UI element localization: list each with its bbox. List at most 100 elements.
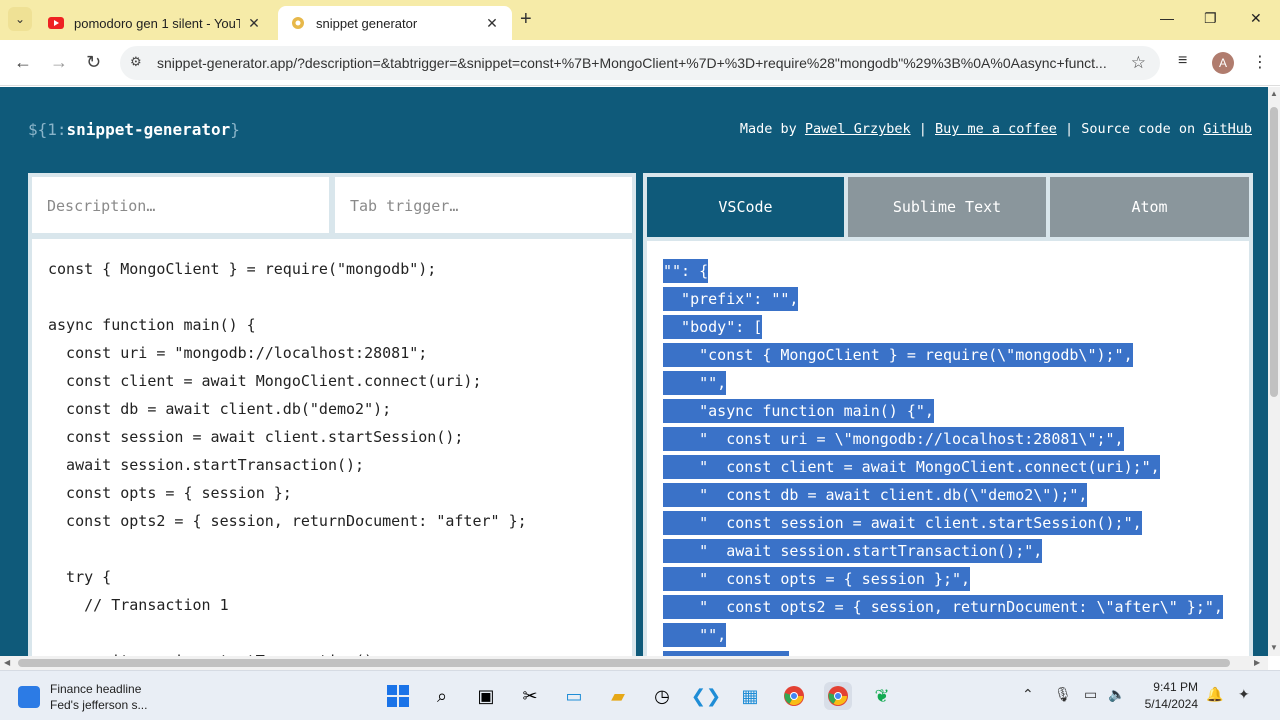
notifications-bell-icon[interactable]: 🔔 <box>1206 686 1223 703</box>
output-panel: VSCode Sublime Text Atom "": { "prefix":… <box>643 173 1253 656</box>
credits-separator: | <box>910 121 935 137</box>
remote-desktop-icon[interactable]: ▭ <box>560 682 588 710</box>
tab-title: pomodoro gen 1 silent - YouTube <box>74 15 240 31</box>
tab-search-menu-button[interactable]: ⌄ <box>8 7 32 31</box>
code-line: const { MongoClient } = require("mongodb… <box>48 260 437 278</box>
tab-sublime-text[interactable]: Sublime Text <box>848 177 1046 237</box>
scroll-down-icon[interactable]: ▼ <box>1270 643 1278 652</box>
selected-text: " const uri = \"mongodb://localhost:2808… <box>663 427 1124 451</box>
output-line: "prefix": "", <box>663 285 1249 313</box>
site-logo[interactable]: ${1:snippet-generator} <box>28 120 240 139</box>
microphone-icon[interactable]: 🎙 <box>1054 686 1072 703</box>
vertical-scrollbar[interactable]: ▲ ▼ <box>1268 87 1280 656</box>
chrome-profile-icon[interactable] <box>824 682 852 710</box>
horizontal-scrollbar[interactable]: ◀ ▶ <box>0 656 1268 670</box>
output-line: " const client = await MongoClient.conne… <box>663 453 1249 481</box>
github-link[interactable]: GitHub <box>1203 121 1252 137</box>
windows-taskbar: Finance headline Fed's jefferson s... ⌕ … <box>0 670 1280 720</box>
close-tab-icon[interactable]: ✕ <box>246 15 262 32</box>
close-tab-icon[interactable]: ✕ <box>484 15 500 32</box>
clock-time: 9:41 PM <box>1153 680 1198 694</box>
close-window-icon[interactable]: ✕ <box>1250 10 1262 27</box>
snippet-generator-page: ${1:snippet-generator} Made by Pawel Grz… <box>0 87 1268 656</box>
windows-start-icon[interactable] <box>384 682 412 710</box>
author-link[interactable]: Pawel Grzybek <box>805 121 911 137</box>
code-line: const opts = { session }; <box>48 484 292 502</box>
taskbar-clock[interactable]: 9:41 PM 5/14/2024 <box>1138 679 1198 713</box>
input-panel: Description… Tab trigger… const { MongoC… <box>28 173 636 656</box>
output-line: "", <box>663 621 1249 649</box>
output-line: " const opts = { session };", <box>663 565 1249 593</box>
selected-text: "": { <box>663 259 709 283</box>
snippet-generator-favicon <box>292 17 304 29</box>
output-line: " const session = await client.startSess… <box>663 509 1249 537</box>
code-line: try { <box>48 568 112 586</box>
tab-atom[interactable]: Atom <box>1050 177 1249 237</box>
logo-name: snippet-generator <box>66 120 231 139</box>
snipping-tool-icon[interactable]: ✂ <box>516 682 544 710</box>
selected-text: " const client = await MongoClient.conne… <box>663 455 1160 479</box>
selected-text: "const { MongoClient } = require(\"mongo… <box>663 343 1133 367</box>
selected-text: "", <box>663 623 727 647</box>
scroll-left-icon[interactable]: ◀ <box>4 658 10 667</box>
vertical-scroll-thumb[interactable] <box>1270 107 1278 397</box>
scroll-right-icon[interactable]: ▶ <box>1254 658 1260 667</box>
new-tab-button[interactable]: + <box>520 8 532 31</box>
code-line: // Transaction 1 <box>48 596 229 614</box>
snippet-output[interactable]: "": { "prefix": "", "body": [ "const { M… <box>647 241 1249 656</box>
code-line: const session = await client.startSessio… <box>48 428 464 446</box>
chrome-icon[interactable] <box>780 682 808 710</box>
calendar-icon[interactable]: ▦ <box>736 682 764 710</box>
file-explorer-icon[interactable]: ▰ <box>604 682 632 710</box>
forward-icon[interactable]: → <box>50 52 68 73</box>
search-icon[interactable]: ⌕ <box>428 682 456 710</box>
scroll-up-icon[interactable]: ▲ <box>1270 89 1278 98</box>
show-hidden-icons-icon[interactable]: ⌃ <box>1022 686 1034 703</box>
tab-trigger-input[interactable]: Tab trigger… <box>335 177 632 233</box>
output-line: "body": [ <box>663 313 1249 341</box>
mongodb-compass-icon[interactable]: ❦ <box>868 682 896 710</box>
reload-icon[interactable]: ↻ <box>86 52 101 73</box>
output-line: " try {", <box>663 649 1249 656</box>
code-line: const db = await client.db("demo2"); <box>48 400 392 418</box>
selected-text: "", <box>663 371 727 395</box>
output-line: " await session.startTransaction();", <box>663 537 1249 565</box>
bookmark-star-icon[interactable]: ☆ <box>1131 53 1146 73</box>
snippet-code-editor[interactable]: const { MongoClient } = require("mongodb… <box>32 239 632 656</box>
restore-icon[interactable]: ❐ <box>1204 10 1217 27</box>
output-line: "", <box>663 369 1249 397</box>
tab-vscode[interactable]: VSCode <box>647 177 844 237</box>
vscode-icon[interactable]: ❮❯ <box>691 682 721 710</box>
news-icon <box>18 686 40 708</box>
code-line: await session.startTransaction(); <box>48 647 632 656</box>
back-icon[interactable]: ← <box>14 52 32 73</box>
output-line: " const db = await client.db(\"demo2\");… <box>663 481 1249 509</box>
media-control-icon[interactable]: ≡ <box>1178 52 1187 70</box>
selected-text: " const opts = { session };", <box>663 567 971 591</box>
description-input[interactable]: Description… <box>32 177 329 233</box>
network-icon[interactable]: ▭ <box>1084 686 1097 703</box>
url-text[interactable]: snippet-generator.app/?description=&tabt… <box>157 55 1122 71</box>
volume-icon[interactable]: 🔈 <box>1108 686 1125 703</box>
copilot-icon[interactable]: ✦ <box>1238 686 1250 703</box>
news-widget[interactable]: Finance headline Fed's jefferson s... <box>18 681 147 713</box>
buy-coffee-link[interactable]: Buy me a coffee <box>935 121 1057 137</box>
selected-text: "body": [ <box>663 315 763 339</box>
tab-youtube[interactable]: pomodoro gen 1 silent - YouTube ✕ <box>36 6 274 40</box>
selected-text: " const session = await client.startSess… <box>663 511 1142 535</box>
selected-text: "prefix": "", <box>663 287 799 311</box>
site-info-icon[interactable]: ⚙ <box>130 54 148 72</box>
task-view-icon[interactable]: ▣ <box>472 682 500 710</box>
tab-snippet-generator[interactable]: snippet generator ✕ <box>278 6 512 40</box>
omnibox[interactable]: ⚙ snippet-generator.app/?description=&ta… <box>120 46 1160 80</box>
address-toolbar: ← → ↻ ⚙ snippet-generator.app/?descripti… <box>0 40 1280 86</box>
minimize-icon[interactable]: — <box>1160 10 1174 26</box>
menu-kebab-icon[interactable]: ⋮ <box>1252 52 1268 72</box>
clock-app-icon[interactable]: ◷ <box>648 682 676 710</box>
selected-text: " const db = await client.db(\"demo2\");… <box>663 483 1088 507</box>
avatar[interactable]: A <box>1212 52 1234 74</box>
horizontal-scroll-thumb[interactable] <box>18 659 1230 667</box>
